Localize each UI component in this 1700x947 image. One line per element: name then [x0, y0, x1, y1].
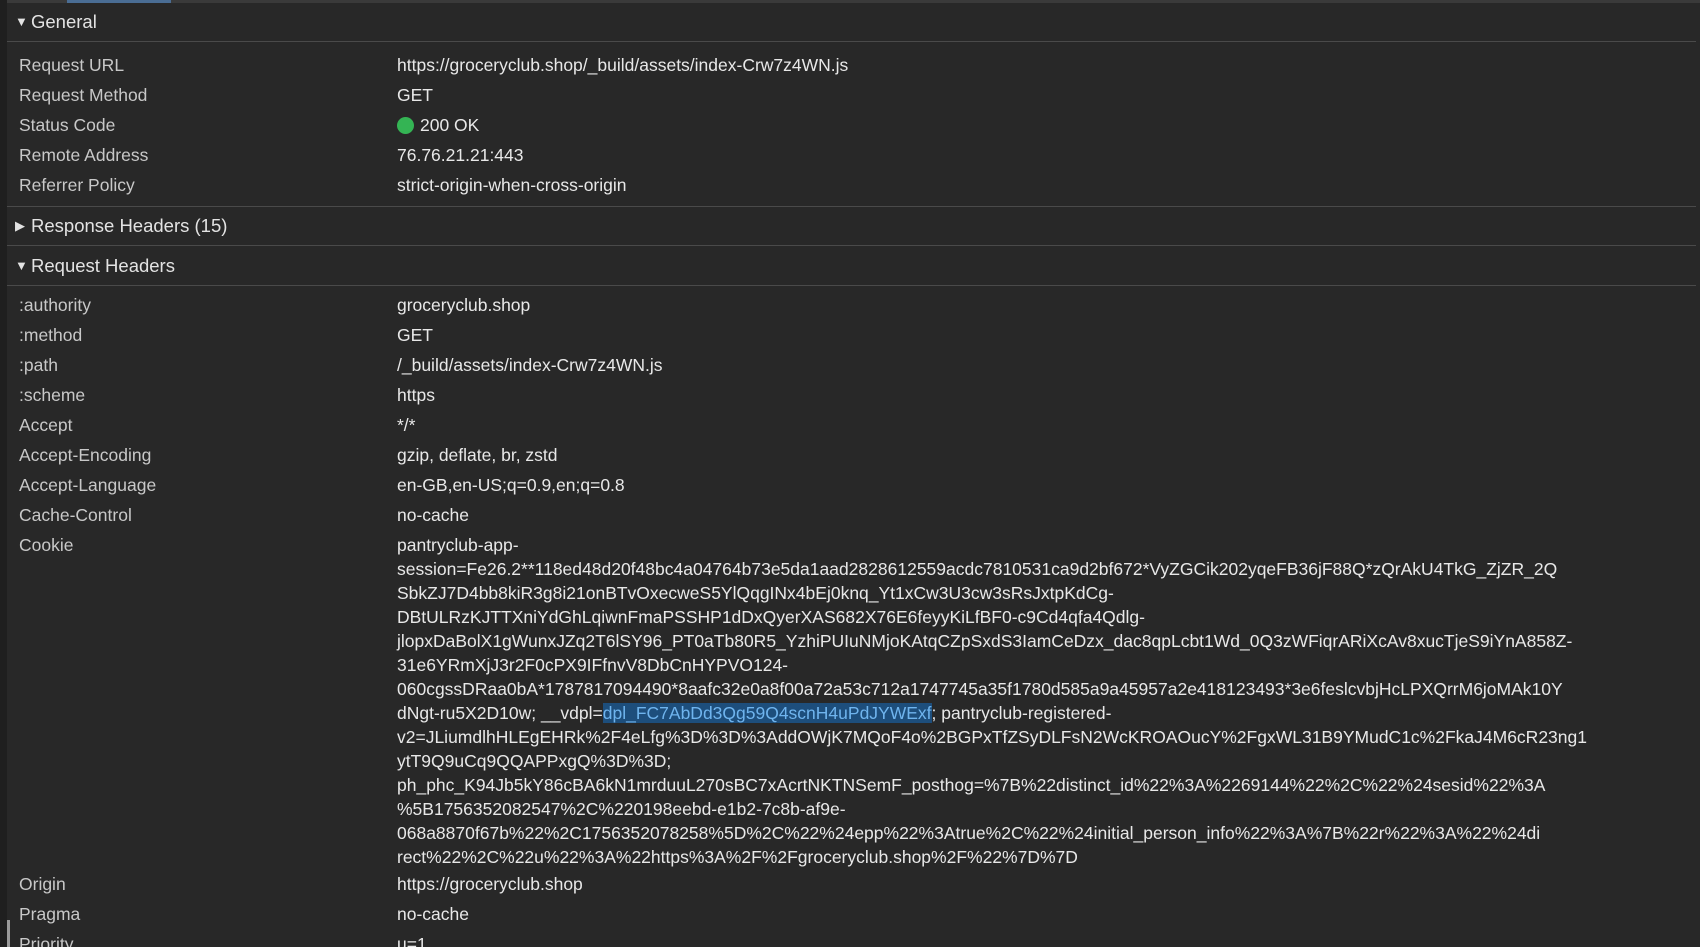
header-value[interactable]: gzip, deflate, br, zstd — [397, 440, 1696, 467]
caret-down-icon: ▼ — [15, 258, 28, 273]
cookie-line: pantryclub-app- — [397, 535, 519, 555]
header-key: Priority — [19, 934, 74, 947]
header-value[interactable]: https://groceryclub.shop — [397, 869, 1696, 896]
header-key: :authority — [19, 295, 91, 315]
header-value[interactable]: strict-origin-when-cross-origin — [397, 170, 1696, 197]
response-headers-section-header[interactable]: ▶ Response Headers (15) — [7, 206, 1696, 246]
cookie-text: dNgt-ru5X2D10w; __vdpl= — [397, 703, 603, 723]
header-value[interactable]: */* — [397, 410, 1696, 437]
header-value[interactable]: /_build/assets/index-Crw7z4WN.js — [397, 350, 1696, 377]
general-row-request-url: Request URL https://groceryclub.shop/_bu… — [7, 50, 1696, 80]
request-row-accept: Accept */* — [7, 410, 1696, 440]
header-key: :method — [19, 325, 83, 345]
cookie-line: 068a8870f67b%22%2C1756352078258%5D%2C%22… — [397, 823, 1541, 843]
header-value[interactable]: https://groceryclub.shop/_build/assets/i… — [397, 50, 1696, 77]
header-key: Cache-Control — [19, 505, 132, 525]
caret-down-icon: ▼ — [15, 14, 28, 29]
cookie-text: ; pantryclub-registered- — [931, 703, 1112, 723]
request-row-cookie: Cookie pantryclub-app- session=Fe26.2**1… — [7, 530, 1696, 869]
general-row-status-code: Status Code 200 OK — [7, 110, 1696, 140]
response-headers-section: ▶ Response Headers (15) — [7, 206, 1696, 246]
request-header-rows: :authority groceryclub.shop :method GET … — [7, 286, 1696, 947]
header-key: Remote Address — [19, 145, 149, 165]
request-row-priority: Priority u=1 — [7, 929, 1696, 947]
cookie-line: session=Fe26.2**118ed48d20f48bc4a04764b7… — [397, 559, 1558, 579]
cookie-line: 31e6YRmXjJ3r2F0cPX9IFfnvV8DbCnHYPVO124- — [397, 655, 789, 675]
header-key: Referrer Policy — [19, 175, 135, 195]
cookie-line: ph_phc_K94Jb5kY86cBA6kN1mrduuL270sBC7xAc… — [397, 775, 1546, 795]
cookie-line: DBtULRzKJTTXniYdGhLqiwnFmaPSSHP1dDxQyerX… — [397, 607, 1145, 627]
cookie-line: jlopxDaBolX1gWunxJZq2T6lSY96_PT0aTb80R5_… — [397, 631, 1573, 651]
header-value[interactable]: no-cache — [397, 899, 1696, 926]
header-key: Origin — [19, 874, 66, 894]
response-headers-section-title: Response Headers (15) — [31, 215, 228, 236]
header-key: :path — [19, 355, 58, 375]
header-value[interactable]: https — [397, 380, 1696, 407]
request-headers-section: ▼ Request Headers :authority groceryclub… — [7, 246, 1696, 947]
request-row-pragma: Pragma no-cache — [7, 899, 1696, 929]
header-value[interactable]: groceryclub.shop — [397, 290, 1696, 317]
cookie-line: %5B1756352082547%2C%220198eebd-e1b2-7c8b… — [397, 799, 846, 819]
cookie-line: dNgt-ru5X2D10w; __vdpl=dpl_FC7AbDd3Qg59Q… — [397, 701, 1676, 725]
request-row-origin: Origin https://groceryclub.shop — [7, 869, 1696, 899]
request-row-cache-control: Cache-Control no-cache — [7, 500, 1696, 530]
header-key: Request URL — [19, 55, 125, 75]
request-headers-section-header[interactable]: ▼ Request Headers — [7, 246, 1696, 286]
cookie-value[interactable]: pantryclub-app- session=Fe26.2**118ed48d… — [397, 530, 1696, 869]
status-code-text: 200 OK — [420, 115, 480, 135]
resize-handle[interactable] — [7, 920, 10, 947]
cookie-line: v2=JLiumdlhHLEgEHRk%2F4eLfg%3D%3D%3AddOW… — [397, 727, 1587, 747]
header-key: Request Method — [19, 85, 148, 105]
request-row-accept-encoding: Accept-Encoding gzip, deflate, br, zstd — [7, 440, 1696, 470]
header-value[interactable]: GET — [397, 80, 1696, 107]
header-key: Accept-Language — [19, 475, 157, 495]
request-headers-section-title: Request Headers — [31, 254, 175, 276]
header-value[interactable]: u=1 — [397, 929, 1696, 947]
general-rows: Request URL https://groceryclub.shop/_bu… — [7, 42, 1696, 206]
header-value[interactable]: GET — [397, 320, 1696, 347]
header-key: Pragma — [19, 904, 81, 924]
general-row-referrer-policy: Referrer Policy strict-origin-when-cross… — [7, 170, 1696, 200]
general-section-title: General — [31, 10, 97, 32]
request-row-path: :path /_build/assets/index-Crw7z4WN.js — [7, 350, 1696, 380]
general-row-remote-address: Remote Address 76.76.21.21:443 — [7, 140, 1696, 170]
request-row-scheme: :scheme https — [7, 380, 1696, 410]
header-value-status[interactable]: 200 OK — [397, 110, 1696, 137]
status-ok-icon — [397, 117, 414, 134]
request-row-accept-language: Accept-Language en-GB,en-US;q=0.9,en;q=0… — [7, 470, 1696, 500]
cookie-line: SbkZJ7D4bb8kiR3g8i21onBTvOxecweS5YlQqgIN… — [397, 583, 1114, 603]
headers-panel: ▼ General Request URL https://groceryclu… — [0, 0, 1700, 947]
header-key: Status Code — [19, 115, 116, 135]
cookie-line: rect%22%2C%22u%22%3A%22https%3A%2F%2Fgro… — [397, 847, 1078, 867]
header-value[interactable]: 76.76.21.21:443 — [397, 140, 1696, 167]
request-row-method: :method GET — [7, 320, 1696, 350]
header-value[interactable]: en-GB,en-US;q=0.9,en;q=0.8 — [397, 470, 1696, 497]
request-row-authority: :authority groceryclub.shop — [7, 290, 1696, 320]
header-key: Cookie — [19, 535, 74, 555]
general-row-request-method: Request Method GET — [7, 80, 1696, 110]
cookie-line: 060cgssDRaa0bA*1787817094490*8aafc32e0a8… — [397, 679, 1563, 699]
highlighted-selection[interactable]: dpl_FC7AbDd3Qg59Q4scnH4uPdJYWExf — [602, 703, 932, 723]
header-key: Accept-Encoding — [19, 445, 152, 465]
header-value[interactable]: no-cache — [397, 500, 1696, 527]
header-key: Accept — [19, 415, 73, 435]
general-section-header[interactable]: ▼ General — [7, 0, 1696, 42]
caret-right-icon: ▶ — [15, 218, 25, 233]
header-key: :scheme — [19, 385, 86, 405]
general-section: ▼ General Request URL https://groceryclu… — [7, 0, 1696, 206]
cookie-line: ytT9Q9uCq9QQAPPxgQ%3D%3D; — [397, 751, 672, 771]
